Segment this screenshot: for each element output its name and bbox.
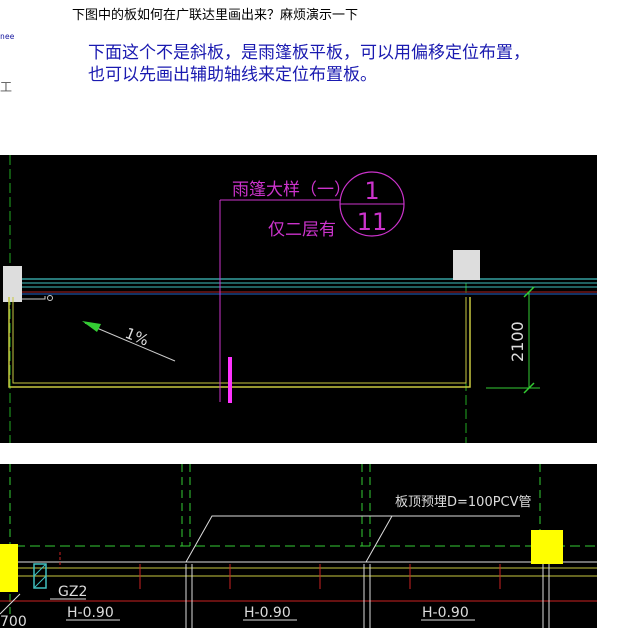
side-text-bottom: 工 <box>0 80 13 94</box>
detail-title: 雨篷大样（一） <box>232 180 351 200</box>
detail-number: 1 <box>364 177 379 205</box>
cad-drawing-canopy-section: 雨篷大样（一） 仅二层有 1 11 1% 2100 <box>0 155 597 443</box>
hatch-line <box>33 575 47 589</box>
detail-note: 仅二层有 <box>268 220 336 240</box>
column-right <box>453 250 480 280</box>
dimension-text: 2100 <box>508 321 527 362</box>
answer-line-1: 下面这个不是斜板，是雨篷板平板，可以用偏移定位布置， <box>88 43 530 63</box>
leader-line <box>185 515 520 563</box>
side-text-top: nee <box>0 32 15 41</box>
answer-line-2: 也可以先画出辅助轴线来定位布置板。 <box>88 65 377 85</box>
connector-mark <box>47 295 53 301</box>
column-yellow <box>531 530 563 564</box>
elevation-label: H-0.90 <box>422 605 469 621</box>
elevation-label: H-0.90 <box>244 605 291 621</box>
column-yellow <box>0 544 18 592</box>
connector-line <box>22 296 46 300</box>
column-label: GZ2 <box>58 584 87 600</box>
column-left <box>3 266 22 302</box>
wall-outline-inner <box>12 297 467 384</box>
elevation-label: H-0.90 <box>67 605 114 621</box>
pipe-note: 板顶预埋D=100PCV管 <box>395 495 532 510</box>
cad-drawing-plan: 板顶预埋D=100PCV管 GZ2 700 H-0.90 H-0.90 H-0.… <box>0 464 597 628</box>
slope-label: 1% <box>123 324 152 350</box>
post-title: 下图中的板如何在广联达里画出来？麻烦演示一下 <box>72 8 359 23</box>
hatch-line <box>33 563 47 577</box>
wall-outline <box>8 297 471 388</box>
detail-sheet: 11 <box>357 208 388 236</box>
partial-dimension: 700 <box>0 614 27 628</box>
slope-arrow-icon <box>82 321 101 332</box>
answer-text: 下面这个不是斜板，是雨篷板平板，可以用偏移定位布置， 也可以先画出辅助轴线来定位… <box>88 42 530 86</box>
cad-canvas-2: 板顶预埋D=100PCV管 GZ2 700 H-0.90 H-0.90 H-0.… <box>0 464 597 628</box>
cad-canvas-1: 雨篷大样（一） 仅二层有 1 11 1% 2100 <box>3 155 597 443</box>
